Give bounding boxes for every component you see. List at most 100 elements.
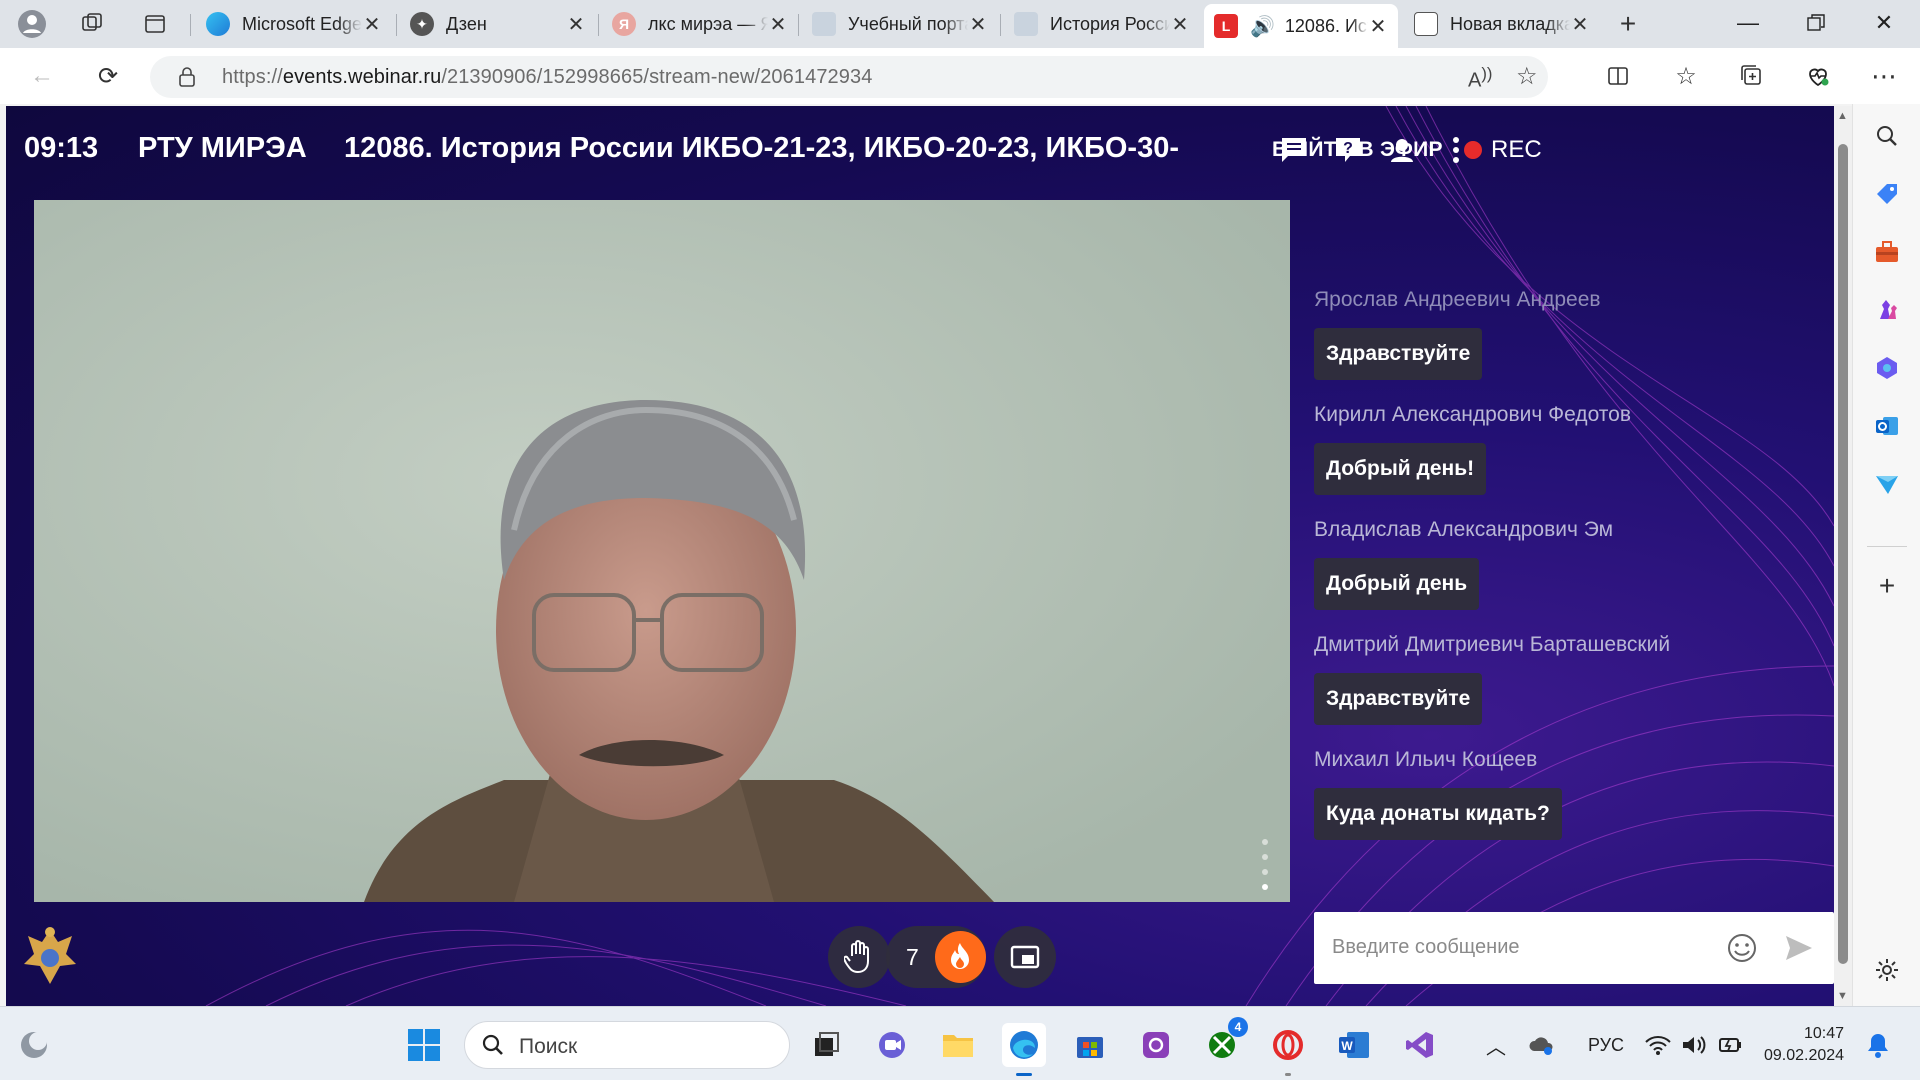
- close-icon[interactable]: ✕: [968, 12, 988, 37]
- address-bar[interactable]: https://events.webinar.ru/21390906/15299…: [150, 56, 1548, 98]
- tab-title: Новая вкладка: [1450, 13, 1570, 34]
- tab-strip: Microsoft Edge ✕ ✦ Дзен ✕ Я лкс мирэа — …: [0, 0, 1920, 48]
- minimize-icon[interactable]: —: [1718, 0, 1778, 46]
- speaker-icon[interactable]: 🔊: [1250, 14, 1275, 39]
- tray-overflow-chevron-icon[interactable]: ︿: [1474, 1023, 1518, 1067]
- chat-message: Здравствуйте: [1314, 328, 1483, 380]
- games-chess-icon[interactable]: [1871, 294, 1903, 326]
- edge-sidebar: +: [1852, 104, 1920, 1006]
- url-text[interactable]: https://events.webinar.ru/21390906/15299…: [222, 66, 872, 89]
- page-icon: [812, 12, 836, 36]
- tools-briefcase-icon[interactable]: [1871, 236, 1903, 268]
- refresh-icon[interactable]: ⟳: [88, 56, 128, 96]
- close-icon[interactable]: ✕: [1368, 14, 1388, 39]
- close-icon[interactable]: ✕: [362, 12, 382, 37]
- raise-hand-button[interactable]: [828, 926, 890, 988]
- close-icon[interactable]: ✕: [768, 12, 788, 37]
- browser-essentials-icon[interactable]: [1798, 56, 1838, 96]
- tab-webinar-active[interactable]: L 🔊 12086. История России ✕: [1204, 4, 1398, 48]
- add-sidebar-app-icon[interactable]: +: [1871, 570, 1903, 602]
- chat-message-input[interactable]: Введите сообщение: [1314, 912, 1834, 984]
- opera-icon[interactable]: [1266, 1023, 1310, 1076]
- read-aloud-icon[interactable]: A)): [1468, 64, 1492, 93]
- more-menu-icon[interactable]: ⋯: [1864, 56, 1904, 96]
- notifications-bell-icon[interactable]: [1856, 1023, 1900, 1067]
- lock-icon[interactable]: [178, 66, 196, 93]
- weather-widget-icon[interactable]: [12, 1023, 56, 1067]
- help-icon[interactable]: ?: [1324, 126, 1372, 174]
- window-close-icon[interactable]: ✕: [1854, 0, 1914, 46]
- close-icon[interactable]: ✕: [1570, 12, 1590, 37]
- file-explorer-icon[interactable]: [936, 1023, 980, 1067]
- copilot-icon[interactable]: [1871, 352, 1903, 384]
- start-windows-icon[interactable]: [402, 1023, 446, 1067]
- tab-new-tab[interactable]: Новая вкладка ✕: [1404, 4, 1600, 44]
- teams-chat-icon[interactable]: [870, 1023, 914, 1067]
- user-icon[interactable]: [1378, 126, 1426, 174]
- send-icon[interactable]: [1784, 934, 1814, 967]
- taskbar-search[interactable]: Поиск: [464, 1021, 790, 1069]
- more-vertical-icon[interactable]: [1432, 126, 1480, 174]
- scroll-up-icon[interactable]: ▲: [1837, 110, 1848, 122]
- fire-icon: [934, 931, 986, 983]
- collections-icon[interactable]: [1732, 56, 1772, 96]
- close-icon[interactable]: ✕: [566, 12, 586, 37]
- emblem-logo: [20, 924, 80, 990]
- edge-taskbar-icon[interactable]: [1002, 1023, 1046, 1076]
- tab-title: Дзен: [446, 13, 487, 34]
- windows-taskbar: Поиск 4 W ︿ РУС 10:47 09.02.2024: [0, 1006, 1920, 1080]
- tab-study-portal[interactable]: Учебный портал ✕: [802, 4, 998, 44]
- word-icon[interactable]: W: [1332, 1023, 1376, 1067]
- scroll-down-icon[interactable]: ▼: [1837, 990, 1848, 1002]
- back-icon[interactable]: ←: [22, 56, 62, 96]
- tab-yandex[interactable]: Я лкс мирэа — Яндекс ✕: [602, 4, 798, 44]
- chat-icon[interactable]: [1270, 126, 1318, 174]
- tab-history[interactable]: История России ✕: [1004, 4, 1200, 44]
- reactions-button[interactable]: 7: [886, 926, 986, 988]
- favorites-icon[interactable]: ☆: [1666, 56, 1706, 96]
- app-camera-icon[interactable]: [1134, 1023, 1178, 1067]
- chat-author: Дмитрий Дмитриевич Барташевский: [1314, 633, 1671, 656]
- tab-microsoft-edge[interactable]: Microsoft Edge ✕: [196, 4, 392, 44]
- split-screen-icon[interactable]: [1598, 56, 1638, 96]
- close-icon[interactable]: ✕: [1170, 12, 1190, 37]
- microsoft-store-icon[interactable]: [1068, 1023, 1112, 1067]
- system-clock[interactable]: 10:47 09.02.2024: [1764, 1023, 1844, 1067]
- task-view-icon[interactable]: [804, 1023, 848, 1067]
- chat-message: Добрый день!: [1314, 443, 1487, 495]
- tab-dzen[interactable]: ✦ Дзен ✕: [400, 4, 596, 44]
- settings-gear-icon[interactable]: [1871, 954, 1903, 986]
- tab-actions-icon[interactable]: [135, 6, 175, 42]
- language-indicator[interactable]: РУС: [1588, 1035, 1624, 1056]
- clock-time: 10:47: [1803, 1025, 1844, 1042]
- onedrive-tray-icon[interactable]: [1520, 1023, 1564, 1067]
- search-icon[interactable]: [1871, 120, 1903, 152]
- battery-icon[interactable]: [1708, 1023, 1752, 1067]
- organization-name: РТУ МИРЭА: [138, 132, 307, 164]
- tab-title: История России: [1050, 13, 1170, 34]
- tab-title: Microsoft Edge: [242, 13, 362, 34]
- reactions-count: 7: [906, 943, 919, 970]
- chat-panel: Ярослав Андреевич Андреев Здравствуйте К…: [1314, 206, 1834, 906]
- newtab-icon: [1414, 12, 1438, 36]
- scrollbar-thumb[interactable]: [1838, 144, 1848, 964]
- rec-label: REC: [1491, 136, 1542, 163]
- favorite-star-icon[interactable]: ☆: [1516, 62, 1538, 91]
- picture-in-picture-button[interactable]: [994, 926, 1056, 988]
- svg-text:?: ?: [1343, 140, 1353, 157]
- speaker-video[interactable]: [34, 200, 1290, 902]
- workspaces-icon[interactable]: [72, 6, 112, 42]
- new-tab-plus-icon[interactable]: +: [1608, 6, 1648, 42]
- pip-icon: [1010, 945, 1040, 969]
- shopping-tag-icon[interactable]: [1871, 178, 1903, 210]
- profile-icon[interactable]: [12, 6, 52, 42]
- emoji-icon[interactable]: [1726, 932, 1758, 969]
- video-options-dots-icon[interactable]: [1262, 830, 1270, 890]
- restore-icon[interactable]: [1786, 0, 1846, 46]
- visual-studio-icon[interactable]: [1398, 1023, 1442, 1067]
- elapsed-time: 09:13: [24, 132, 99, 164]
- page-scrollbar[interactable]: ▲ ▼: [1834, 106, 1852, 1006]
- outlook-icon[interactable]: [1871, 410, 1903, 442]
- drop-send-icon[interactable]: [1871, 468, 1903, 500]
- xbox-icon[interactable]: 4: [1200, 1017, 1248, 1067]
